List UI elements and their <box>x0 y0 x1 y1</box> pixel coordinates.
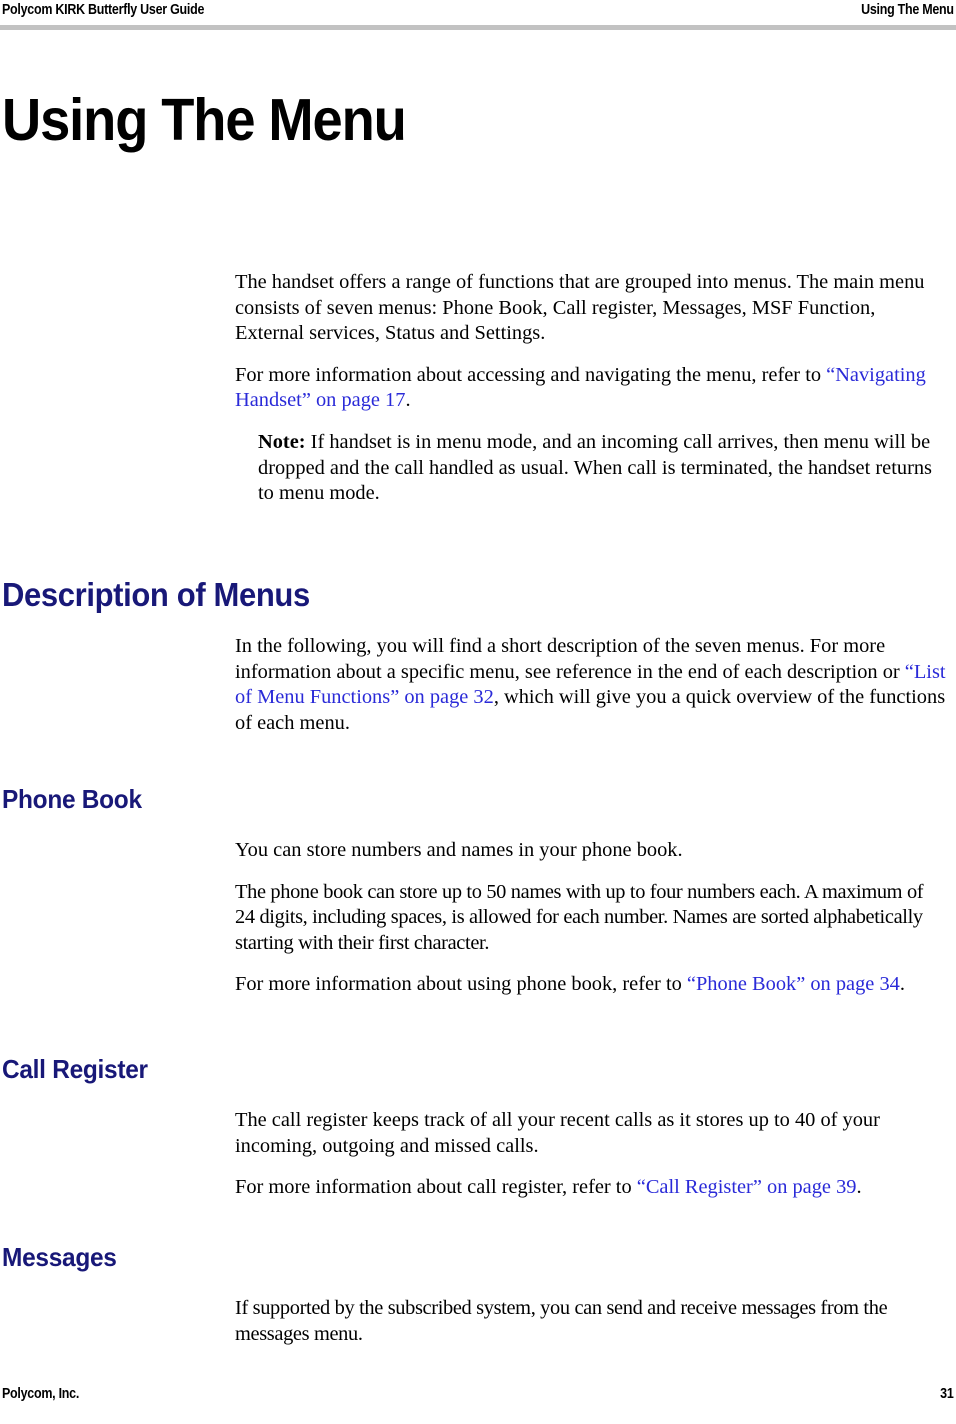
footer-page-number: 31 <box>940 1386 955 1402</box>
header-document-title: Polycom KIRK Butterfly User Guide <box>2 2 205 18</box>
call-register-paragraph-1: The call register keeps track of all you… <box>235 1109 880 1157</box>
phone-book-paragraph-2: The phone book can store up to 50 names … <box>235 880 924 954</box>
heading-description-of-menus: Description of Menus <box>2 576 310 613</box>
heading-call-register: Call Register <box>2 1054 148 1084</box>
heading-messages: Messages <box>2 1242 117 1272</box>
heading-phone-book: Phone Book <box>2 784 142 814</box>
section-description-of-menus: Description of Menus <box>0 578 956 612</box>
running-footer: Polycom, Inc. 31 <box>0 1386 956 1414</box>
description-of-menus-paragraph: In the following, you will find a short … <box>235 634 946 736</box>
phone-book-paragraph-3: For more information about using phone b… <box>235 972 946 998</box>
note-block: Note: If handset is in menu mode, and an… <box>235 430 946 507</box>
call-register-paragraph-2-suffix: . <box>856 1176 862 1199</box>
section-call-register-body: The call register keeps track of all you… <box>0 1108 956 1201</box>
note-text: If handset is in menu mode, and an incom… <box>258 430 932 505</box>
phone-book-paragraph-3-suffix: . <box>899 973 905 996</box>
note-paragraph: Note: If handset is in menu mode, and an… <box>258 430 946 507</box>
section-phone-book: Phone Book <box>0 786 956 813</box>
intro-section: The handset offers a range of functions … <box>0 270 956 523</box>
section-messages: Messages <box>0 1244 956 1271</box>
xref-call-register[interactable]: “Call Register” on page 39 <box>637 1176 857 1198</box>
section-messages-body: If supported by the subscribed system, y… <box>0 1296 956 1347</box>
footer-company-name: Polycom, Inc. <box>2 1386 80 1402</box>
section-call-register: Call Register <box>0 1056 956 1083</box>
intro-paragraph-1: The handset offers a range of functions … <box>235 271 925 345</box>
page-title: Using The Menu <box>2 86 407 153</box>
phone-book-paragraph-1: You can store numbers and names in your … <box>235 839 683 861</box>
phone-book-paragraph-3-prefix: For more information about using phone b… <box>235 973 687 996</box>
header-divider-rule <box>0 25 956 30</box>
xref-phone-book[interactable]: “Phone Book” on page 34 <box>687 973 900 995</box>
note-label: Note: <box>258 430 306 453</box>
header-chapter-title: Using The Menu <box>861 2 954 18</box>
intro-paragraph-2-suffix: . <box>405 389 411 412</box>
section-phone-book-body: You can store numbers and names in your … <box>0 838 956 998</box>
intro-paragraph-2: For more information about accessing and… <box>235 363 946 414</box>
messages-paragraph-1: If supported by the subscribed system, y… <box>235 1297 888 1345</box>
description-paragraph-prefix: In the following, you will find a short … <box>235 635 905 683</box>
call-register-paragraph-2: For more information about call register… <box>235 1175 946 1201</box>
running-header: Polycom KIRK Butterfly User Guide Using … <box>0 0 956 30</box>
section-description-of-menus-body: In the following, you will find a short … <box>0 634 956 736</box>
intro-paragraph-2-prefix: For more information about accessing and… <box>235 363 827 386</box>
call-register-paragraph-2-prefix: For more information about call register… <box>235 1176 637 1199</box>
